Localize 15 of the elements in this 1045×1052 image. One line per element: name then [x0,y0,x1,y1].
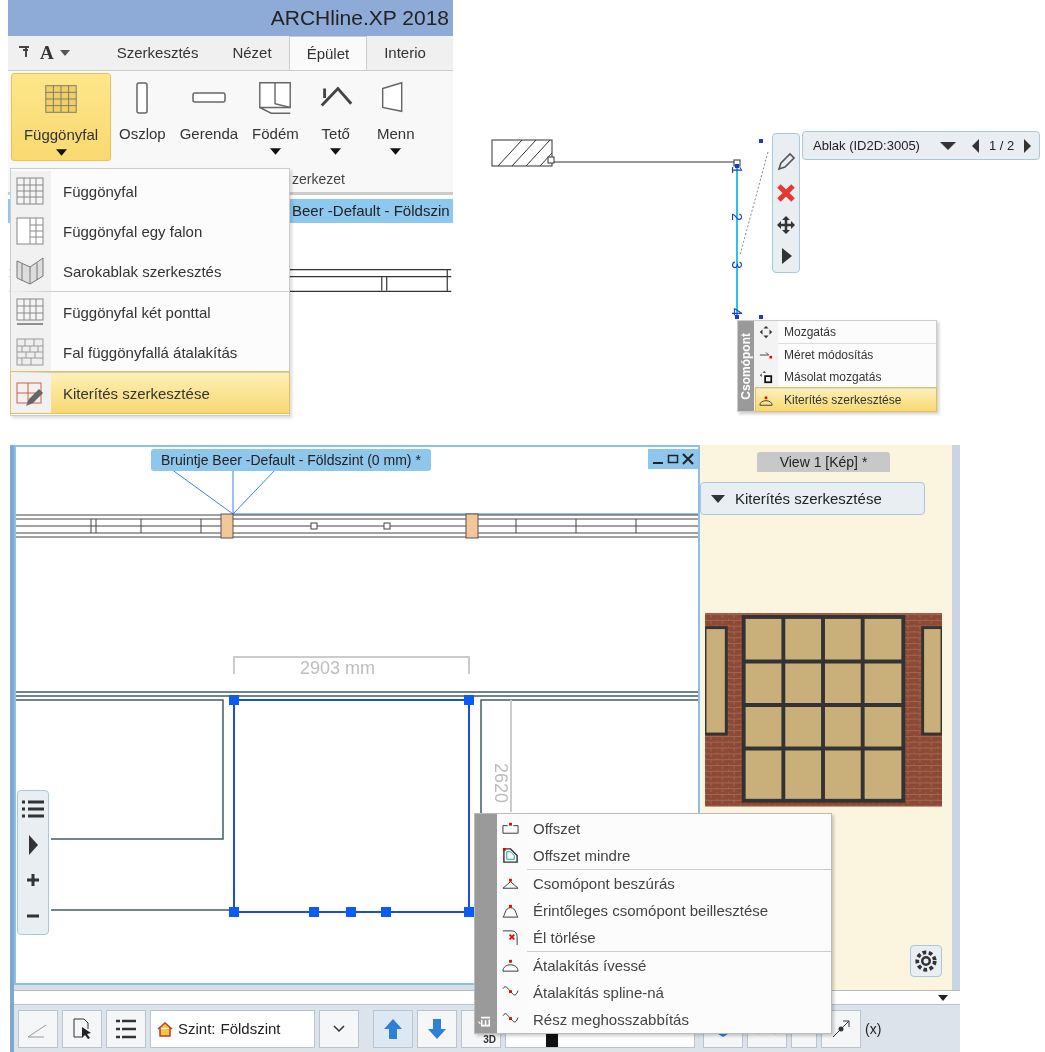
level-value: Földszint [220,1020,281,1037]
menu-title: Él [479,1015,493,1027]
window-title: ARCHline.XP 2018 [270,5,449,30]
node-number: 2 [729,213,745,222]
node-number: 4 [729,308,745,316]
coordinates-label: (x) [865,1020,882,1037]
node-number: 1 [729,166,745,174]
level-label: Szint: [178,1020,216,1037]
page-counter: 1 / 2 [988,138,1015,153]
dimension-label: 2903 mm [300,658,376,679]
node-number: 3 [729,260,745,269]
menu-title: Csomópont [739,332,753,400]
object-label: Ablak (ID2D:3005) [813,138,920,153]
dimension-label: 2620 [490,763,511,804]
group-label: zerkezet [292,170,345,187]
